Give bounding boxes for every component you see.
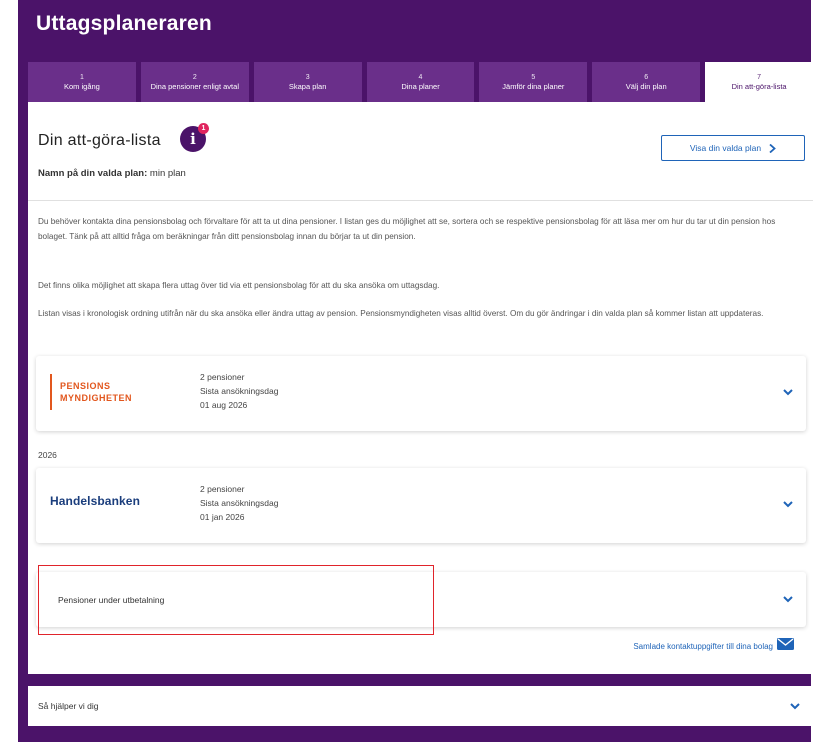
step-tab-3[interactable]: 3 Skapa plan — [253, 62, 362, 102]
pension-count: 2 pensioner — [200, 372, 245, 382]
step-label: Jämför dina planer — [502, 82, 565, 91]
help-accordion[interactable]: Så hjälper vi dig — [28, 686, 813, 726]
step-label: Kom igång — [64, 82, 100, 91]
logo-line: PENSIONS — [60, 381, 111, 391]
todo-panel: Din att-göra-lista i1 Namn på din valda … — [28, 102, 813, 674]
pension-count: 2 pensioner — [200, 484, 245, 494]
contact-info-link[interactable]: Samlade kontaktuppgifter till dina bolag — [633, 642, 773, 651]
deadline-date: 01 jan 2026 — [200, 512, 245, 522]
info-icon[interactable]: i1 — [180, 123, 209, 152]
show-plan-button[interactable]: Visa din valda plan — [661, 135, 805, 161]
provider-card-handelsbanken[interactable]: Handelsbanken 2 pensioner Sista ansöknin… — [36, 468, 806, 543]
chevron-right-icon — [769, 143, 776, 153]
step-tabs: 1 Kom igång 2 Dina pensioner enligt avtal … — [28, 62, 813, 102]
step-label: Skapa plan — [288, 82, 327, 91]
step-tab-6[interactable]: 6 Välj din plan — [592, 62, 701, 102]
plan-name: Namn på din valda plan: min plan — [38, 168, 186, 179]
info-paragraph: Du behöver kontakta dina pensionsbolag o… — [38, 217, 776, 241]
chevron-down-icon — [783, 389, 793, 396]
plan-name-value: min plan — [149, 168, 186, 179]
deadline-label: Sista ansökningsdag — [200, 498, 279, 508]
handelsbanken-logo: Handelsbanken — [50, 494, 140, 508]
step-number: 1 — [79, 74, 84, 81]
info-paragraph: Listan visas i kronologisk ordning utifr… — [38, 309, 764, 318]
chevron-down-icon — [790, 703, 800, 710]
info-paragraph: Det finns olika möjlighet att skapa fler… — [38, 281, 440, 290]
step-label: Din att-göra-lista — [731, 82, 787, 91]
step-label: Dina pensioner enligt avtal — [150, 82, 239, 91]
deadline-label: Sista ansökningsdag — [200, 386, 279, 396]
divider — [28, 200, 813, 201]
pensionsmyndigheten-logo: PENSIONS MYNDIGHETEN — [50, 374, 150, 410]
deadline-date: 01 aug 2026 — [200, 400, 248, 410]
pensions-in-payout-accordion[interactable]: Pensioner under utbetalning — [36, 572, 806, 627]
year-heading: 2026 — [38, 450, 57, 460]
provider-card-pensionsmyndigheten[interactable]: PENSIONS MYNDIGHETEN 2 pensioner Sista a… — [36, 356, 806, 431]
plan-name-label: Namn på din valda plan: — [38, 168, 148, 179]
step-label: Välj din plan — [625, 82, 667, 91]
mail-icon[interactable] — [777, 638, 794, 650]
logo-line: MYNDIGHETEN — [60, 393, 133, 403]
app-title: Uttagsplaneraren — [36, 12, 212, 35]
step-number: 2 — [192, 74, 197, 81]
provider-info: 2 pensioner Sista ansökningsdag 01 aug 2… — [200, 370, 278, 412]
accordion-label: Pensioner under utbetalning — [58, 595, 165, 605]
chevron-down-icon — [783, 596, 793, 603]
step-number: 3 — [305, 74, 310, 81]
notification-badge: 1 — [198, 123, 209, 134]
step-tab-5[interactable]: 5 Jämför dina planer — [479, 62, 588, 102]
chevron-down-icon — [783, 501, 793, 508]
provider-info: 2 pensioner Sista ansökningsdag 01 jan 2… — [200, 482, 278, 524]
step-number: 7 — [757, 74, 762, 81]
step-tab-7[interactable]: 7 Din att-göra-lista — [705, 62, 813, 102]
page-title: Din att-göra-lista — [38, 132, 161, 149]
step-label: Dina planer — [401, 82, 440, 91]
step-number: 4 — [418, 74, 423, 81]
step-number: 5 — [531, 74, 536, 81]
step-tab-2[interactable]: 2 Dina pensioner enligt avtal — [140, 62, 249, 102]
step-tab-4[interactable]: 4 Dina planer — [366, 62, 475, 102]
show-plan-label: Visa din valda plan — [689, 143, 762, 153]
accordion-label: Så hjälper vi dig — [38, 701, 99, 711]
step-number: 6 — [644, 74, 649, 81]
step-tab-1[interactable]: 1 Kom igång — [28, 62, 136, 102]
